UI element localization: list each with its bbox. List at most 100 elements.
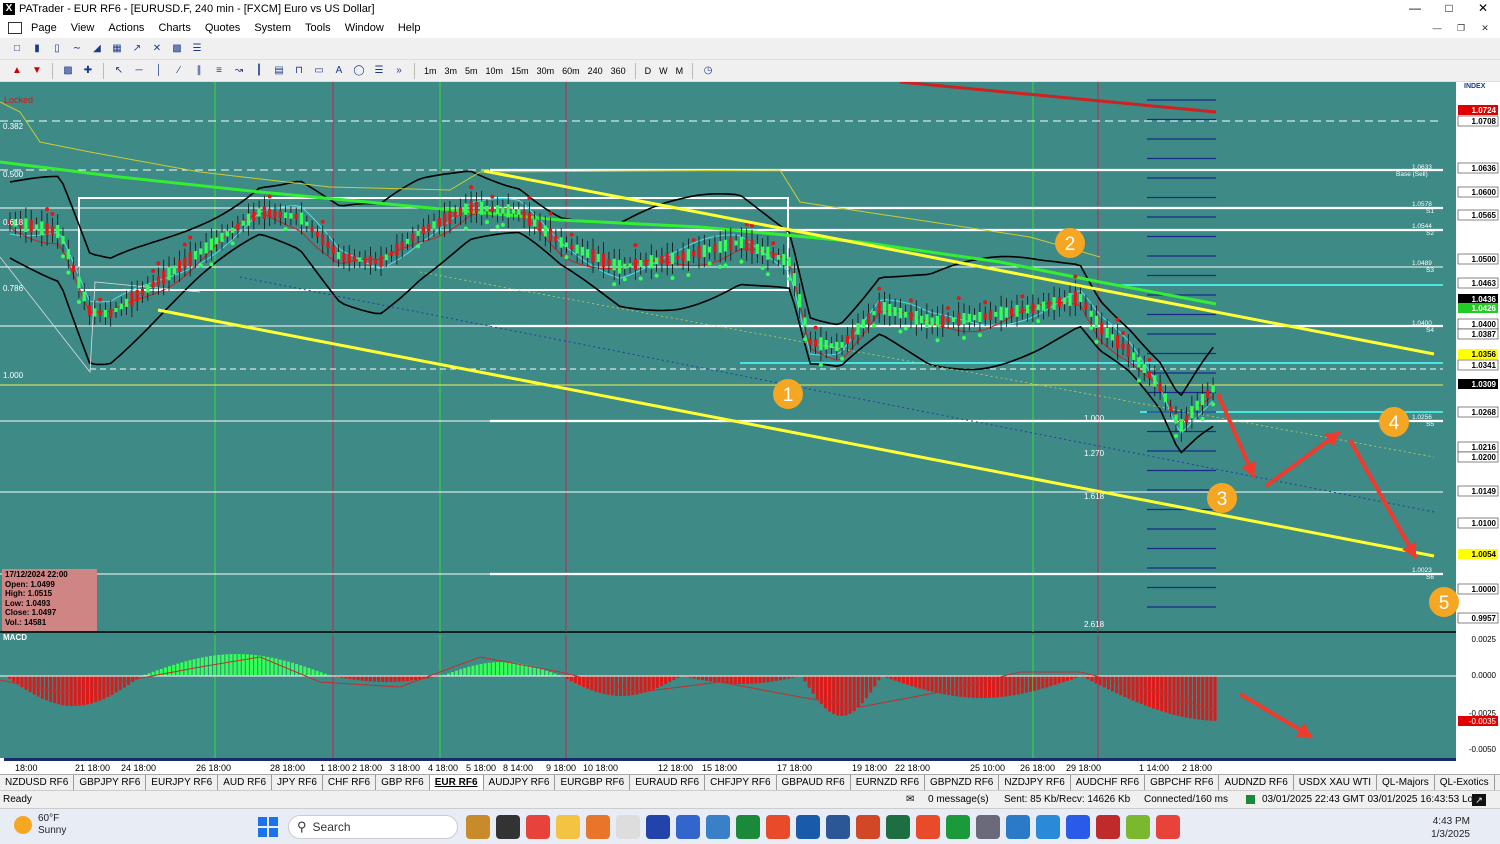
symbol-tab[interactable]: GBP RF6 xyxy=(376,775,430,790)
tf-w[interactable]: W xyxy=(655,66,672,76)
taskbar-app-icon[interactable] xyxy=(796,815,820,839)
symbol-tab[interactable]: QL-Majors xyxy=(1377,775,1435,790)
menu-tools[interactable]: Tools xyxy=(298,22,338,34)
levels-icon[interactable]: ☰ xyxy=(370,63,388,79)
cursor-icon[interactable]: ↖ xyxy=(110,63,128,79)
symbol-tab[interactable]: EURGBP RF6 xyxy=(555,775,631,790)
symbol-tab[interactable]: GBPNZD RF6 xyxy=(925,775,1000,790)
ellipse-icon[interactable]: ◯ xyxy=(350,63,368,79)
symbol-tab[interactable]: AUDNZD RF6 xyxy=(1219,775,1294,790)
tf-30m[interactable]: 30m xyxy=(533,66,559,76)
kagi-chart-icon[interactable]: ↗ xyxy=(128,41,146,57)
tf-3m[interactable]: 3m xyxy=(441,66,462,76)
fibonacci-icon[interactable]: ≡ xyxy=(210,63,228,79)
mdi-minimize-button[interactable]: — xyxy=(1426,21,1448,35)
tf-60m[interactable]: 60m xyxy=(558,66,584,76)
taskbar-app-icon[interactable] xyxy=(1036,815,1060,839)
menu-window[interactable]: Window xyxy=(338,22,391,34)
volume-chart-icon[interactable]: ☰ xyxy=(188,41,206,57)
symbol-tab[interactable]: QL-Exotics xyxy=(1435,775,1495,790)
taskbar-app-icon[interactable] xyxy=(676,815,700,839)
symbol-tab[interactable]: GBPJPY RF6 xyxy=(74,775,147,790)
mdi-restore-button[interactable]: ❐ xyxy=(1450,21,1472,35)
symbol-tab[interactable]: EURJPY RF6 xyxy=(146,775,219,790)
start-button[interactable] xyxy=(258,817,278,837)
tf-m[interactable]: M xyxy=(672,66,688,76)
maximize-button[interactable]: □ xyxy=(1432,0,1466,18)
taskbar-app-icon[interactable] xyxy=(556,815,580,839)
symbol-tab[interactable]: GBPCHF RF6 xyxy=(1145,775,1220,790)
weather-widget[interactable]: 60°F Sunny xyxy=(14,813,66,837)
taskbar-app-icon[interactable] xyxy=(1156,815,1180,839)
menu-charts[interactable]: Charts xyxy=(151,22,197,34)
taskbar-app-icon[interactable] xyxy=(976,815,1000,839)
taskbar-app-icon[interactable] xyxy=(496,815,520,839)
symbol-tab[interactable]: EURAUD RF6 xyxy=(630,775,706,790)
symbol-tab[interactable]: NZDUSD RF6 xyxy=(0,775,75,790)
symbol-tab[interactable]: GBPAUD RF6 xyxy=(777,775,851,790)
symbol-tab[interactable]: AUD RF6 xyxy=(218,775,273,790)
area-chart-icon[interactable]: ◢ xyxy=(88,41,106,57)
symbol-tab[interactable]: USDX RF6 xyxy=(1495,775,1500,790)
taskbar-app-icon[interactable] xyxy=(646,815,670,839)
taskbar-app-icon[interactable] xyxy=(706,815,730,839)
symbol-tab[interactable]: CHFJPY RF6 xyxy=(705,775,777,790)
taskbar-app-icon[interactable] xyxy=(586,815,610,839)
symbol-tab[interactable]: USDX XAU WTI xyxy=(1294,775,1378,790)
pnf-chart-icon[interactable]: ✕ xyxy=(148,41,166,57)
taskbar-app-icon[interactable] xyxy=(526,815,550,839)
taskbar-app-icon[interactable] xyxy=(1006,815,1030,839)
histogram-chart-icon[interactable]: ▩ xyxy=(168,41,186,57)
fib-time-icon[interactable]: ┃ xyxy=(250,63,268,79)
menu-page[interactable]: Page xyxy=(24,22,64,34)
chart-window-icon[interactable] xyxy=(8,22,22,34)
taskbar-app-icon[interactable] xyxy=(1126,815,1150,839)
buy-icon[interactable]: ▲ xyxy=(8,63,26,79)
tf-d[interactable]: D xyxy=(641,66,656,76)
tf-10m[interactable]: 10m xyxy=(482,66,508,76)
menu-view[interactable]: View xyxy=(64,22,102,34)
bar-chart-icon[interactable]: □ xyxy=(8,41,26,57)
taskbar-app-icon[interactable] xyxy=(946,815,970,839)
menu-actions[interactable]: Actions xyxy=(101,22,151,34)
symbol-tab[interactable]: JPY RF6 xyxy=(272,775,323,790)
clock-icon[interactable]: ◷ xyxy=(699,63,717,79)
tf-360[interactable]: 360 xyxy=(607,66,630,76)
sell-icon[interactable]: ▼ xyxy=(28,63,46,79)
chart-area[interactable]: 1 2 3 4 5 1.0633 Base (Sell) 1.0578 S1 1.0544 S2 1… xyxy=(0,80,1500,775)
channel-icon[interactable]: ∥ xyxy=(190,63,208,79)
taskbar-app-icon[interactable] xyxy=(1096,815,1120,839)
minimize-button[interactable]: — xyxy=(1398,0,1432,18)
taskbar-app-icon[interactable] xyxy=(766,815,790,839)
symbol-tab[interactable]: CHF RF6 xyxy=(323,775,377,790)
symbol-tab[interactable]: NZDJPY RF6 xyxy=(999,775,1071,790)
candle-chart-icon[interactable]: ▮ xyxy=(28,41,46,57)
text-icon[interactable]: A xyxy=(330,63,348,79)
symbol-tab[interactable]: EUR RF6 xyxy=(429,775,484,790)
gann-icon[interactable]: ▤ xyxy=(270,63,288,79)
tf-15m[interactable]: 15m xyxy=(507,66,533,76)
symbol-tab[interactable]: AUDJPY RF6 xyxy=(484,775,556,790)
horizontal-line-icon[interactable]: ─ xyxy=(130,63,148,79)
taskbar-app-icon[interactable] xyxy=(466,815,490,839)
taskbar-search[interactable]: ⚲ Search xyxy=(288,815,458,839)
taskbar-clock[interactable]: 4:43 PM 1/3/2025 xyxy=(1431,815,1470,841)
taskbar-app-icon[interactable] xyxy=(916,815,940,839)
rectangle-icon[interactable]: ▭ xyxy=(310,63,328,79)
trend-line-icon[interactable]: ∕ xyxy=(170,63,188,79)
mdi-close-button[interactable]: ✕ xyxy=(1474,21,1496,35)
crosshair-icon[interactable]: ✚ xyxy=(79,63,97,79)
taskbar-app-icon[interactable] xyxy=(856,815,880,839)
tf-5m[interactable]: 5m xyxy=(461,66,482,76)
renko-chart-icon[interactable]: ▦ xyxy=(108,41,126,57)
chart-icon[interactable]: ▩ xyxy=(59,63,77,79)
more-tools-icon[interactable]: » xyxy=(390,63,408,79)
ohlc-chart-icon[interactable]: ▯ xyxy=(48,41,66,57)
menu-quotes[interactable]: Quotes xyxy=(198,22,247,34)
taskbar-app-icon[interactable] xyxy=(616,815,640,839)
symbol-tab[interactable]: AUDCHF RF6 xyxy=(1071,775,1146,790)
taskbar-app-icon[interactable] xyxy=(736,815,760,839)
fib-fan-icon[interactable]: ↝ xyxy=(230,63,248,79)
vertical-line-icon[interactable]: │ xyxy=(150,63,168,79)
taskbar-app-icon[interactable] xyxy=(1066,815,1090,839)
